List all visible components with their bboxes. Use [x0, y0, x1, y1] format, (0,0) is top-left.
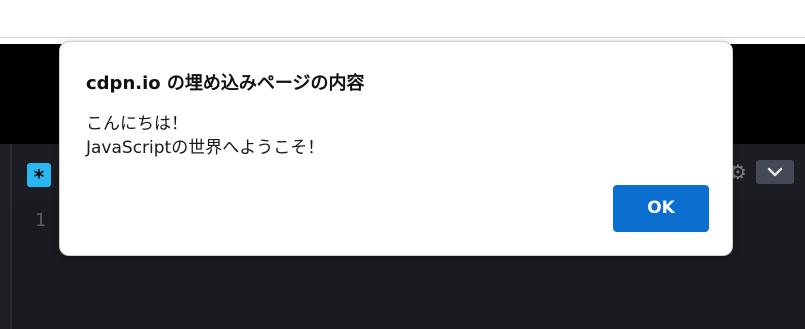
collapse-editor-button[interactable]	[756, 160, 794, 184]
dialog-message-line: JavaScriptの世界へようこそ！	[86, 138, 325, 158]
js-editor-badge-icon: *	[27, 163, 51, 189]
dialog-title: cdpn.io の埋め込みページの内容	[86, 73, 365, 94]
alert-dialog: cdpn.io の埋め込みページの内容 こんにちは！ JavaScriptの世界…	[59, 41, 733, 256]
dialog-message: こんにちは！ JavaScriptの世界へようこそ！	[86, 112, 324, 160]
browser-toolbar	[0, 0, 805, 38]
dialog-message-line: こんにちは！	[86, 114, 188, 134]
chevron-down-icon	[767, 167, 783, 177]
ok-button[interactable]: OK	[613, 185, 709, 232]
line-number: 1	[35, 210, 47, 231]
